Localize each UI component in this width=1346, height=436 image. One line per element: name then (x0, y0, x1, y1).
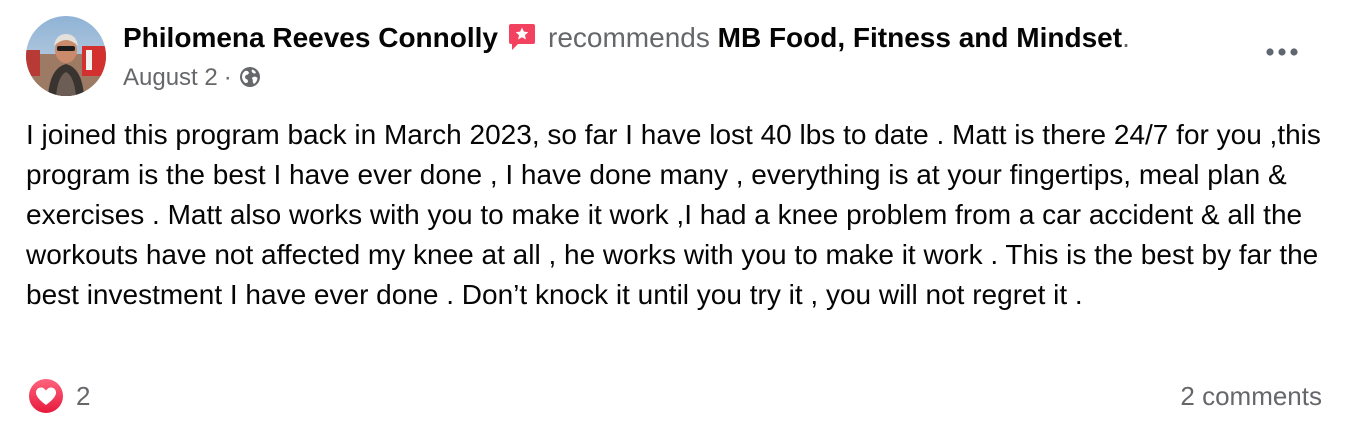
author-name[interactable]: Philomena Reeves Connolly (123, 22, 498, 53)
post-date[interactable]: August 2 (123, 64, 218, 91)
post-body-text: I joined this program back in March 2023… (26, 119, 1321, 310)
love-reaction-icon (27, 377, 65, 415)
comments-count-link[interactable]: 2 comments (1180, 378, 1322, 414)
recommendation-badge-icon (506, 21, 536, 60)
more-options-icon (1266, 48, 1298, 56)
post-header: Philomena Reeves Connolly recommends MB … (123, 20, 1130, 60)
recommendation-post: Philomena Reeves Connolly recommends MB … (0, 0, 1346, 436)
avatar[interactable] (26, 16, 106, 96)
post-body: I joined this program back in March 2023… (26, 115, 1326, 315)
recommends-verb: recommends (548, 22, 710, 53)
reaction-count: 2 (76, 380, 91, 411)
post-meta: August 2 · (123, 62, 262, 98)
more-options-button[interactable] (1262, 38, 1302, 66)
globe-icon[interactable] (238, 65, 262, 98)
recommended-page-name[interactable]: MB Food, Fitness and Mindset (718, 22, 1122, 53)
header-period: . (1122, 22, 1130, 53)
meta-separator: · (223, 64, 232, 91)
reactions-summary[interactable]: 2 (26, 376, 90, 416)
